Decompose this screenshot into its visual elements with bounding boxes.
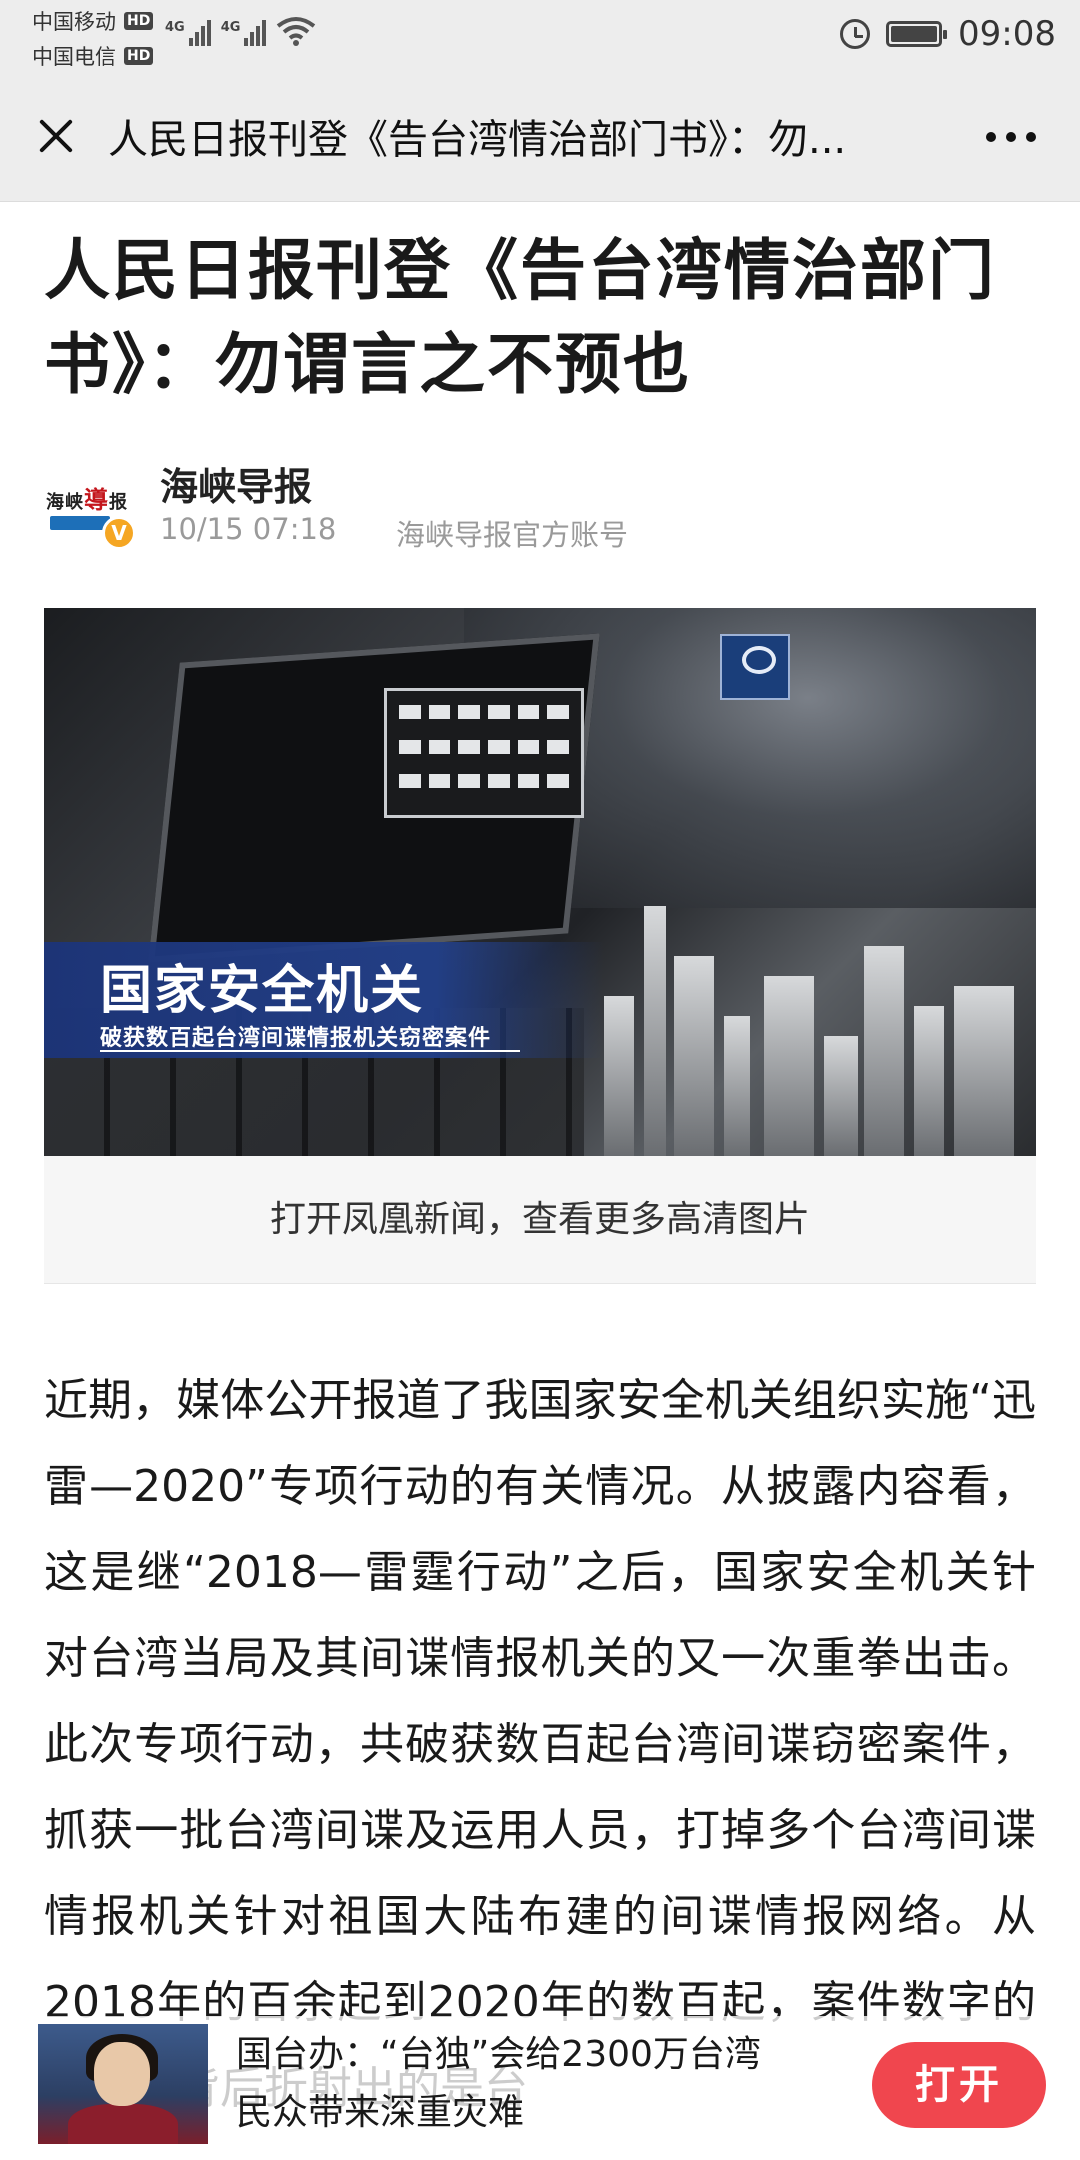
carrier-1-name: 中国移动 xyxy=(32,10,116,34)
post-date: 10/15 07:18 xyxy=(160,512,337,546)
hd-badge: HD xyxy=(124,12,154,30)
logo-bar xyxy=(50,516,110,530)
status-right: 09:08 xyxy=(840,14,1056,54)
promo-headline[interactable]: 国台办：“台独”会给2300万台湾民众带来深重灾难 xyxy=(236,2026,796,2142)
hd-badge: HD xyxy=(124,47,154,65)
signal-icon: 4G xyxy=(165,20,211,46)
hero-banner: 国家安全机关 破获数百起台湾间谍情报机关窃密案件 xyxy=(44,942,604,1058)
signal-indicators: 4G 4G xyxy=(165,16,316,46)
account-description: 海峡导报官方账号 xyxy=(396,518,629,552)
hero-headline: 国家安全机关 xyxy=(100,961,425,1021)
author-name[interactable]: 海峡导报 xyxy=(160,456,312,511)
hero-city-skyline xyxy=(564,808,1036,1156)
hero-subheadline: 破获数百起台湾间谍情报机关窃密案件 xyxy=(100,1026,492,1051)
network-type: 4G xyxy=(220,20,241,35)
promo-thumbnail[interactable] xyxy=(38,2024,208,2144)
network-type: 4G xyxy=(165,20,185,35)
article-title: 人民日报刊登《告台湾情治部门书》：勿谓言之不预也 xyxy=(44,232,996,403)
carrier-1: 中国移动 HD xyxy=(32,6,154,36)
publisher-logo: 海峡導报 xyxy=(46,485,128,514)
avatar[interactable]: 海峡導报 xyxy=(44,462,136,552)
author-row: 海峡導报 海峡导报 10/15 07:18 海峡导报官方账号 xyxy=(44,448,1044,552)
open-app-images-link[interactable]: 打开凤凰新闻，查看更多高清图片 xyxy=(44,1156,1036,1284)
status-time: 09:08 xyxy=(958,14,1056,54)
alarm-icon xyxy=(840,19,871,49)
hero-image[interactable]: 国家安全机关 破获数百起台湾间谍情报机关窃密案件 xyxy=(44,608,1036,1156)
promo-bar[interactable]: 国台办：“台独”会给2300万台湾民众带来深重灾难 打开 xyxy=(0,2016,1080,2160)
status-bar: 中国移动 HD 中国电信 HD 4G 4G 09:08 xyxy=(0,0,1080,76)
carrier-2-name: 中国电信 xyxy=(32,45,116,69)
nav-title: 人民日报刊登《告台湾情治部门书》：勿... xyxy=(108,117,847,163)
more-options-icon[interactable] xyxy=(986,132,1036,142)
battery-icon xyxy=(886,21,948,47)
divider xyxy=(100,1050,520,1052)
close-icon[interactable] xyxy=(26,106,86,166)
verified-icon xyxy=(102,516,136,550)
hero-screen xyxy=(384,688,584,818)
channel-logo-icon xyxy=(720,634,790,700)
signal-icon: 4G xyxy=(221,20,267,46)
open-app-button[interactable]: 打开 xyxy=(872,2042,1046,2128)
carrier-2: 中国电信 HD xyxy=(32,41,154,71)
nav-bar: 人民日报刊登《告台湾情治部门书》：勿... xyxy=(0,76,1080,202)
wifi-icon xyxy=(277,17,316,46)
